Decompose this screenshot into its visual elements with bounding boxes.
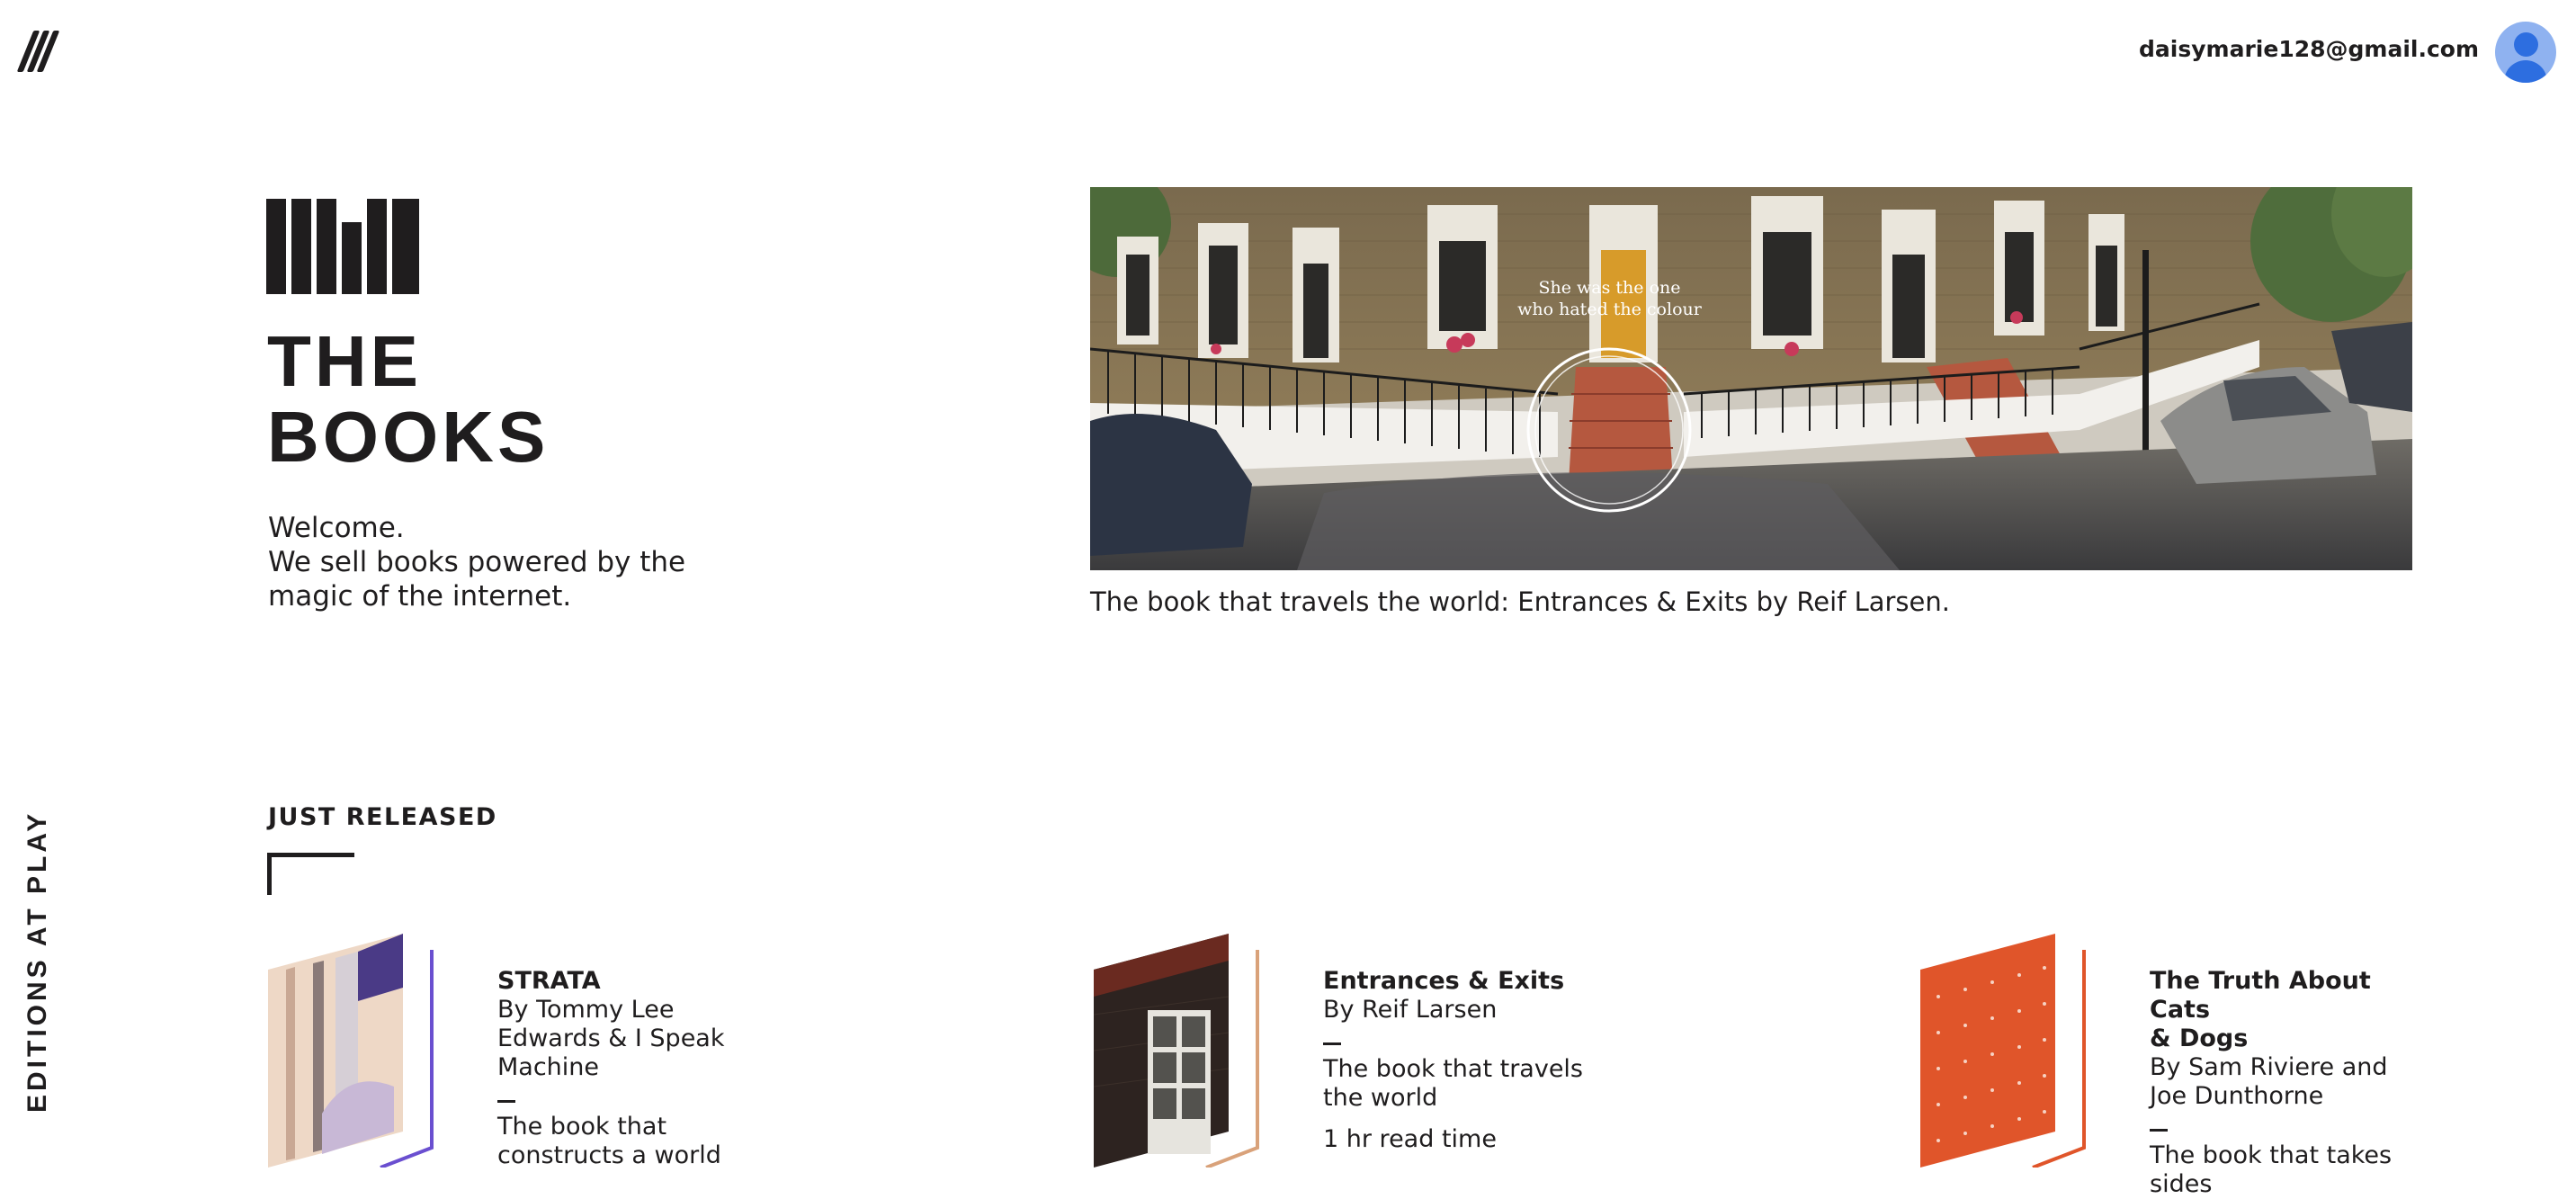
tagline-line: We sell books powered by the [268,546,686,578]
side-label: EDITIONS AT PLAY [22,810,52,1113]
tagline-line: magic of the internet. [268,580,572,613]
page-title-line: BOOKS [267,397,550,477]
book-blurb: constructs a world [497,1141,721,1169]
book-title[interactable]: STRATA [497,967,767,996]
divider [2150,1129,2168,1132]
book-title[interactable]: & Dogs [2150,1025,2419,1053]
book-author: By Tommy Lee [497,996,675,1024]
book-cover-truth-about-cats-dogs[interactable] [1920,934,2091,1168]
book-info: The Truth About Cats & Dogs By Sam Rivie… [2150,967,2419,1199]
welcome-text: Welcome. [268,512,405,544]
book-author: Machine [497,1053,600,1081]
book-blurb: the world [1323,1084,1438,1112]
divider [1323,1042,1341,1045]
book-cover-strata[interactable] [268,934,439,1168]
book-blurb: The book that takes [2150,1141,2393,1169]
page-title: THE BOOKS [267,324,549,475]
logo-icon [266,199,419,294]
hero-overlay-line: who hated the colour [1517,300,1702,319]
book-title[interactable]: The Truth About Cats [2150,967,2419,1025]
book-info: STRATA By Tommy Lee Edwards & I Speak Ma… [497,967,767,1170]
menu-icon[interactable] [16,31,60,72]
intro-text: Welcome. We sell books powered by the ma… [268,511,736,613]
book-author: By Reif Larsen [1323,996,1498,1024]
section-title: JUST RELEASED [268,803,497,831]
hero-overlay-text: She was the one who hated the colour [1486,277,1733,320]
section-bracket [267,853,354,895]
book-cover-entrances-exits[interactable] [1094,934,1265,1168]
book-author: Edwards & I Speak [497,1025,725,1052]
book-blurb: The book that [497,1113,667,1141]
book-blurb: sides [2150,1170,2213,1198]
user-email[interactable]: daisymarie128@gmail.com [2139,36,2479,62]
hero-overlay-line: She was the one [1538,278,1681,298]
book-author: Joe Dunthorne [2150,1082,2324,1110]
read-time: 1 hr read time [1323,1125,1497,1153]
divider [497,1100,515,1103]
book-blurb: The book that travels [1323,1055,1583,1083]
hero-image[interactable]: She was the one who hated the colour [1090,187,2412,570]
hero-caption: The book that travels the world: Entranc… [1090,586,1950,617]
book-card-entrances-exits[interactable]: Entrances & Exits By Reif Larsen The boo… [1094,934,1831,1168]
book-card-strata[interactable]: STRATA By Tommy Lee Edwards & I Speak Ma… [268,934,1006,1170]
book-author: By Sam Riviere and [2150,1053,2388,1081]
user-avatar-icon[interactable] [2495,22,2556,83]
book-card-truth-about-cats-dogs[interactable]: The Truth About Cats & Dogs By Sam Rivie… [1920,934,2576,1198]
book-info: Entrances & Exits By Reif Larsen The boo… [1323,967,1593,1154]
book-title[interactable]: Entrances & Exits [1323,967,1593,996]
page-title-line: THE [267,321,422,401]
